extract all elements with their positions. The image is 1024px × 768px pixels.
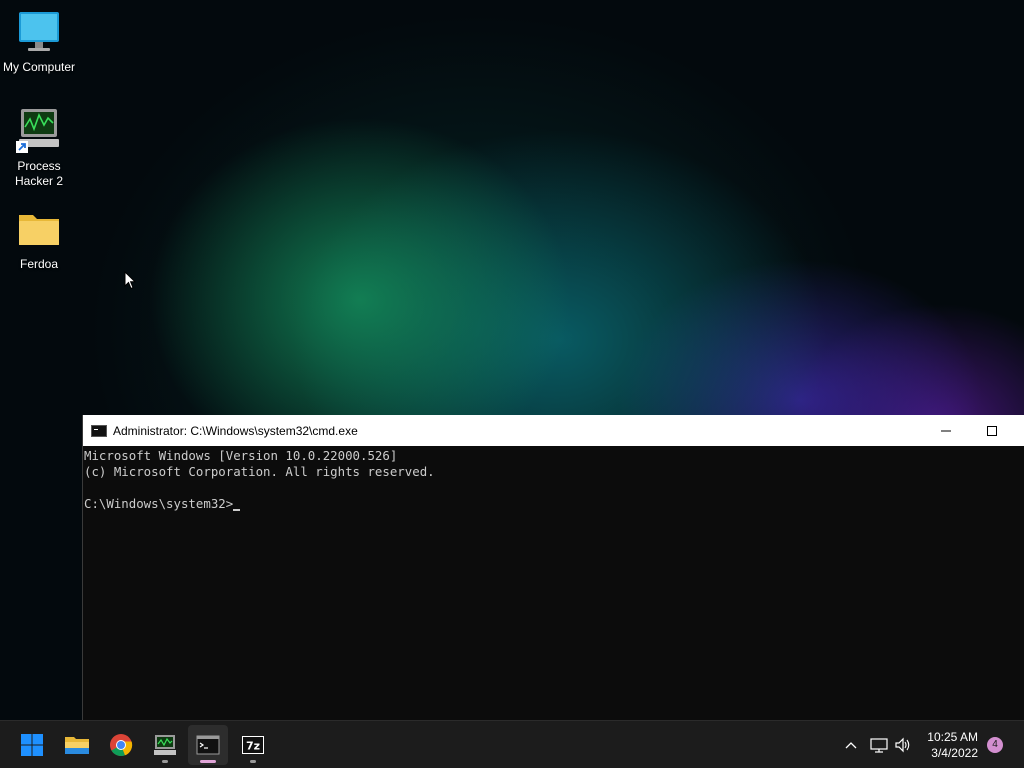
taskbar: 7z 10:25 AM 3/4/2022 4 (0, 720, 1024, 768)
text-caret (233, 509, 241, 511)
taskbar-clock[interactable]: 10:25 AM 3/4/2022 (927, 729, 978, 761)
console-prompt: C:\Windows\system32> (84, 496, 234, 511)
desktop-icon-label: Process Hacker 2 (14, 159, 64, 188)
console-prompt-line: C:\Windows\system32> (84, 496, 1024, 512)
network-button[interactable] (868, 721, 890, 768)
desktop: My Computer Process Hacker 2 Ferdoa Admi… (0, 0, 1024, 720)
taskbar-process-hacker[interactable] (145, 725, 185, 765)
active-indicator (200, 760, 216, 763)
running-indicator (162, 760, 168, 763)
window-titlebar[interactable]: Administrator: C:\Windows\system32\cmd.e… (83, 415, 1024, 446)
process-hacker-icon (154, 735, 176, 755)
minimize-icon (941, 430, 951, 431)
desktop-icon-my-computer[interactable]: My Computer (0, 8, 78, 75)
clock-date: 3/4/2022 (931, 746, 978, 760)
desktop-icon-ferdoa[interactable]: Ferdoa (0, 205, 78, 272)
console-line: Microsoft Windows [Version 10.0.22000.52… (84, 448, 398, 463)
chrome-icon (110, 734, 133, 757)
network-icon (870, 738, 888, 753)
folder-icon (15, 205, 63, 253)
start-button[interactable] (12, 725, 52, 765)
running-indicator (250, 760, 256, 763)
show-hidden-icons-button[interactable] (840, 721, 862, 768)
process-hacker-icon (15, 107, 63, 155)
maximize-button[interactable] (969, 415, 1015, 446)
windows-logo-icon (21, 734, 43, 756)
taskbar-command-prompt[interactable] (188, 725, 228, 765)
desktop-icon-label: My Computer (2, 60, 76, 74)
mouse-cursor-icon (124, 270, 137, 295)
taskbar-chrome[interactable] (101, 725, 141, 765)
maximize-icon (987, 425, 997, 436)
desktop-icon-label: Ferdoa (19, 257, 59, 271)
console-output[interactable]: Microsoft Windows [Version 10.0.22000.52… (83, 446, 1024, 512)
speaker-icon (895, 737, 910, 753)
volume-button[interactable] (892, 721, 914, 768)
desktop-icon-process-hacker[interactable]: Process Hacker 2 (0, 107, 78, 189)
cmd-window[interactable]: Administrator: C:\Windows\system32\cmd.e… (82, 415, 1024, 720)
taskbar-7zip[interactable]: 7z (233, 725, 273, 765)
file-explorer-icon (65, 737, 89, 754)
chevron-up-icon (845, 742, 857, 749)
taskbar-file-explorer[interactable] (57, 725, 97, 765)
7zip-icon: 7z (242, 736, 264, 754)
monitor-icon (15, 8, 63, 56)
svg-text:7z: 7z (246, 740, 260, 753)
notification-badge[interactable]: 4 (987, 737, 1003, 753)
clock-time: 10:25 AM (927, 730, 978, 744)
command-prompt-icon (196, 735, 220, 755)
console-line: (c) Microsoft Corporation. All rights re… (84, 464, 435, 479)
window-title: Administrator: C:\Windows\system32\cmd.e… (113, 423, 358, 438)
cmd-app-icon (91, 424, 107, 437)
minimize-button[interactable] (923, 415, 969, 446)
